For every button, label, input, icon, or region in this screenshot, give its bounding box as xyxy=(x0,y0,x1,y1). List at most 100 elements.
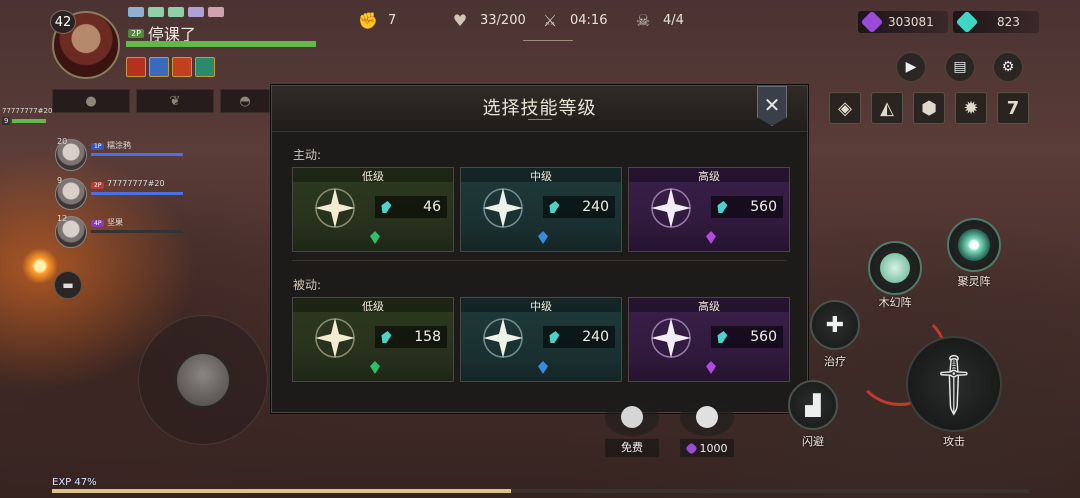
star-emblem-icon xyxy=(483,188,523,228)
card-label: 中级 xyxy=(461,298,621,313)
stat-hp-value: 33/200 xyxy=(480,12,526,28)
cost-value: 46 xyxy=(423,199,441,215)
cost-box: 240 xyxy=(543,326,615,348)
skill-slot-5[interactable]: 7 xyxy=(997,92,1029,124)
party-slot-icon xyxy=(188,7,204,17)
buff-icon[interactable] xyxy=(195,57,215,77)
boot-icon: ▟ xyxy=(805,393,821,417)
active-section-label: 主动: xyxy=(293,148,322,162)
stat-count-value: 4/4 xyxy=(663,12,684,28)
target-level: 9 xyxy=(2,117,11,125)
purple-gem-icon xyxy=(860,10,884,34)
buff-icon[interactable] xyxy=(172,57,192,77)
exp-bar xyxy=(52,489,1029,493)
teal-crystal-icon xyxy=(715,201,728,213)
chat-bubble-icon: ▬ xyxy=(62,278,74,292)
stat-fist: ✊ 7 xyxy=(358,10,396,30)
active-mid-card[interactable]: 中级 240 xyxy=(460,167,622,252)
party-icons xyxy=(128,7,224,17)
buff-icon[interactable] xyxy=(126,57,146,77)
team-member-bar xyxy=(91,192,183,195)
purple-gem-icon xyxy=(706,231,716,244)
stat-count: ☠ 4/4 xyxy=(633,10,684,30)
gear-icon: ⚙ xyxy=(1001,59,1015,75)
paid-item-button[interactable] xyxy=(680,400,734,436)
sparkle-icon xyxy=(958,229,990,261)
cloud-icon xyxy=(621,406,643,428)
wood-array-label: 木幻阵 xyxy=(878,296,912,309)
team-member-name: 糯涂鸦 xyxy=(107,141,131,150)
card-label: 高级 xyxy=(629,298,789,313)
sword-icon: 🗡 xyxy=(916,346,993,423)
card-label: 低级 xyxy=(293,298,453,313)
player-hp-fill xyxy=(126,41,316,47)
price-tag: 1000 xyxy=(680,439,734,457)
cost-value: 560 xyxy=(750,199,777,215)
purple-gem-icon xyxy=(706,361,716,374)
buff-icon[interactable] xyxy=(149,57,169,77)
cost-value: 158 xyxy=(414,329,441,345)
skill-slot-3[interactable]: ⬢ xyxy=(913,92,945,124)
team-member-2[interactable]: 9 2P 77777777#20 xyxy=(55,176,185,212)
skill-slot-5-label: 7 xyxy=(1006,97,1020,119)
free-label: 免费 xyxy=(605,439,659,457)
stat-fist-value: 7 xyxy=(388,12,397,28)
helmet-icon: ◓ xyxy=(239,93,251,109)
settings-button[interactable]: ⚙ xyxy=(993,52,1023,82)
play-icon: ▶ xyxy=(905,59,917,75)
cost-box: 560 xyxy=(711,196,783,218)
skill-slot-1[interactable]: ◈ xyxy=(829,92,861,124)
blue-gem-icon xyxy=(538,361,548,374)
currency-teal[interactable]: 823 xyxy=(953,10,1039,34)
dialog-title: 选择技能等级 xyxy=(482,98,597,119)
green-gem-icon xyxy=(370,231,380,244)
currency-purple-value: 303081 xyxy=(888,15,934,29)
stat-hp: ♥ 33/200 xyxy=(450,10,526,30)
skill-slot-4[interactable]: ✹ xyxy=(955,92,987,124)
card-label: 中级 xyxy=(461,168,621,183)
close-button[interactable]: ✕ xyxy=(757,86,787,126)
active-low-card[interactable]: 低级 46 xyxy=(292,167,454,252)
close-icon: ✕ xyxy=(763,93,781,117)
tab-helmet[interactable]: ◓ xyxy=(220,89,270,113)
star-emblem-icon xyxy=(315,318,355,358)
skill-slot-2[interactable]: ◭ xyxy=(871,92,903,124)
active-high-card[interactable]: 高级 560 xyxy=(628,167,790,252)
play-button[interactable]: ▶ xyxy=(896,52,926,82)
triangle-icon: ◭ xyxy=(880,97,894,119)
chat-bubble-button[interactable]: ▬ xyxy=(54,271,82,299)
cost-value: 240 xyxy=(582,199,609,215)
target-name: 77777777#20 xyxy=(2,107,53,115)
tab-feather[interactable]: ❦ xyxy=(136,89,214,113)
hexagon-icon: ⬢ xyxy=(921,97,937,119)
heal-button[interactable]: ✚ xyxy=(810,300,860,350)
team-member-bar xyxy=(91,230,183,233)
feather-icon: ❦ xyxy=(169,93,181,109)
exp-label: EXP 47% xyxy=(52,477,97,488)
currency-teal-value: 823 xyxy=(997,15,1020,29)
attack-button[interactable]: 🗡 xyxy=(906,336,1002,432)
team-member-1[interactable]: 20 1P 糯涂鸦 xyxy=(55,137,185,173)
currency-purple[interactable]: 303081 xyxy=(858,10,948,34)
bird-icon xyxy=(696,406,718,428)
free-item-button[interactable] xyxy=(605,400,659,436)
team-member-3[interactable]: 12 4P 坚果 xyxy=(55,214,185,250)
cost-value: 560 xyxy=(750,329,777,345)
dodge-button[interactable]: ▟ xyxy=(788,380,838,430)
passive-high-card[interactable]: 高级 560 xyxy=(628,297,790,382)
card-label: 低级 xyxy=(293,168,453,183)
passive-mid-card[interactable]: 中级 240 xyxy=(460,297,622,382)
cost-box: 560 xyxy=(711,326,783,348)
passive-low-card[interactable]: 低级 158 xyxy=(292,297,454,382)
joystick-knob[interactable] xyxy=(174,351,232,409)
gather-array-label: 聚灵阵 xyxy=(957,275,991,288)
buff-list xyxy=(126,57,215,77)
tab-character[interactable]: ● xyxy=(52,89,130,113)
title-ornament xyxy=(528,119,552,125)
teal-gem-icon xyxy=(955,10,979,34)
chat-button[interactable]: ▤ xyxy=(945,52,975,82)
player-level: 42 xyxy=(50,10,76,34)
divider xyxy=(523,35,573,41)
wood-array-button[interactable] xyxy=(868,241,922,295)
gather-array-button[interactable] xyxy=(947,218,1001,272)
